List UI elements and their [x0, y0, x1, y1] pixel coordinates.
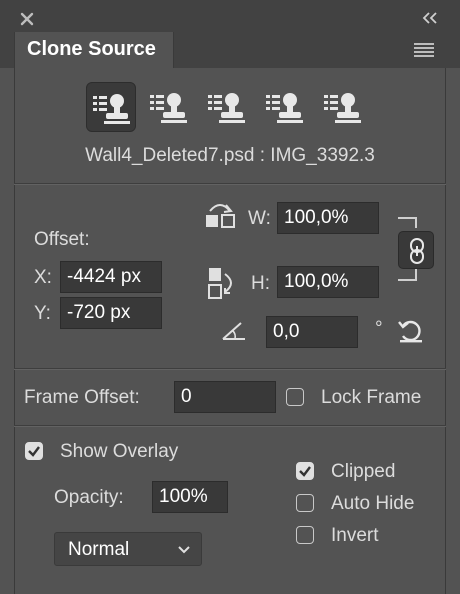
clone-source-5-button[interactable]: [318, 82, 368, 132]
clipped-label: Clipped: [331, 461, 396, 482]
flip-vertical-icon[interactable]: [207, 266, 237, 300]
clone-source-2-button[interactable]: [144, 82, 194, 132]
clone-source-3-button[interactable]: [202, 82, 252, 132]
offset-y-label: Y:: [34, 303, 51, 324]
close-icon[interactable]: [20, 12, 34, 26]
reset-rotation-icon[interactable]: [397, 318, 425, 344]
source-file-name: Wall4_Deleted7.psd : IMG_3392.3: [85, 145, 375, 166]
offset-label: Offset:: [34, 229, 90, 250]
clone-source-stamp-icon: [324, 93, 361, 123]
lock-frame-checkbox[interactable]: [286, 388, 304, 406]
tab-clone-source[interactable]: Clone Source: [14, 32, 174, 68]
flip-horizontal-icon[interactable]: [204, 201, 236, 229]
frame-offset-field[interactable]: 0: [174, 381, 276, 413]
opacity-field[interactable]: 100%: [152, 481, 228, 513]
clone-source-stamp-icon: [93, 94, 130, 124]
rotation-field[interactable]: 0,0: [266, 316, 358, 348]
divider: [14, 184, 446, 185]
height-label: H:: [251, 273, 270, 294]
offset-y-field[interactable]: -720 px: [60, 297, 162, 329]
clone-source-stamp-icon: [208, 93, 245, 123]
collapse-panel-icon[interactable]: [422, 12, 438, 24]
blend-mode-dropdown[interactable]: Normal: [54, 532, 202, 566]
offset-x-field[interactable]: -4424 px: [60, 261, 162, 293]
invert-label: Invert: [331, 525, 379, 546]
clipped-checkbox[interactable]: [296, 462, 314, 480]
clone-source-1-button[interactable]: [86, 82, 136, 132]
divider: [14, 369, 446, 370]
checkmark-icon: [28, 446, 40, 457]
checkmark-icon: [299, 466, 311, 477]
frame-offset-label: Frame Offset:: [24, 387, 140, 408]
blend-mode-value: Normal: [68, 539, 130, 560]
show-overlay-checkbox[interactable]: [25, 442, 43, 460]
clone-source-stamp-icon: [266, 93, 303, 123]
tab-clone-source-label: Clone Source: [27, 38, 156, 60]
link-chain-icon: [410, 238, 424, 264]
link-scale-button[interactable]: [398, 231, 434, 269]
panel-menu-icon[interactable]: [414, 43, 434, 57]
auto-hide-label: Auto Hide: [331, 493, 415, 514]
clone-source-stamp-icon: [150, 93, 187, 123]
angle-icon: [222, 322, 245, 340]
show-overlay-label: Show Overlay: [60, 441, 179, 462]
rotation-unit: °: [375, 318, 383, 339]
chevron-down-icon: [178, 546, 190, 554]
opacity-label: Opacity:: [54, 487, 124, 508]
auto-hide-checkbox[interactable]: [296, 494, 314, 512]
width-field[interactable]: 100,0%: [277, 202, 379, 234]
height-field[interactable]: 100,0%: [277, 266, 379, 298]
clone-source-4-button[interactable]: [260, 82, 310, 132]
panel-titlebar: [0, 0, 460, 32]
lock-frame-label: Lock Frame: [321, 387, 422, 408]
divider: [14, 426, 446, 427]
offset-x-label: X:: [34, 267, 52, 288]
invert-checkbox[interactable]: [296, 526, 314, 544]
width-label: W:: [248, 208, 271, 229]
panel-tab-row: Clone Source: [0, 32, 460, 68]
